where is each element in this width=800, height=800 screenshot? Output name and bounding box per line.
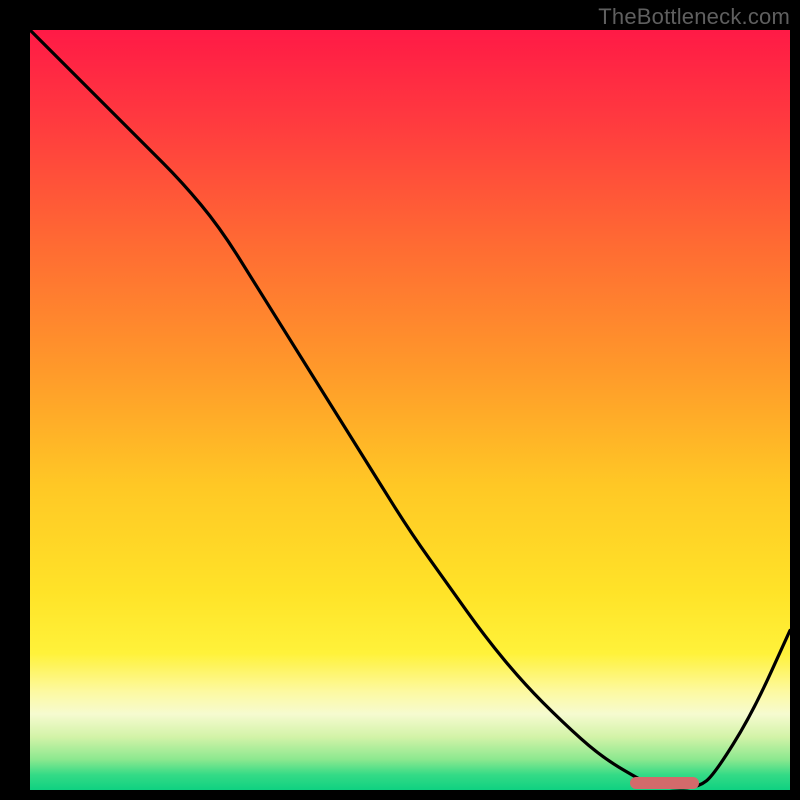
plot-area <box>30 30 790 790</box>
bottleneck-curve <box>30 30 790 790</box>
chart-container: TheBottleneck.com <box>0 0 800 800</box>
watermark-text: TheBottleneck.com <box>598 4 790 30</box>
optimal-zone-marker <box>630 777 698 789</box>
